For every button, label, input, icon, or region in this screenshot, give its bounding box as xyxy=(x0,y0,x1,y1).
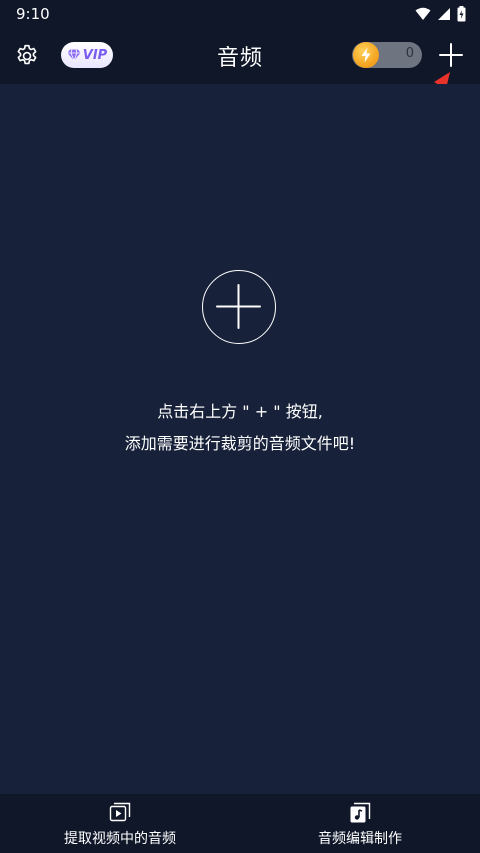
video-play-icon xyxy=(109,802,131,822)
hint-text-line-1: 点击右上方 " + " 按钮, xyxy=(157,402,323,421)
tab-audio-edit-label: 音频编辑制作 xyxy=(318,831,402,847)
lightning-coin-icon xyxy=(353,42,379,68)
plus-icon xyxy=(216,284,261,329)
tab-audio-edit[interactable]: 音频编辑制作 xyxy=(240,794,480,853)
tab-extract-audio[interactable]: 提取视频中的音频 xyxy=(0,794,240,853)
tab-extract-audio-label: 提取视频中的音频 xyxy=(64,831,176,847)
add-circle-button[interactable] xyxy=(202,270,276,344)
energy-count: 0 xyxy=(405,46,414,61)
wifi-icon xyxy=(415,7,431,20)
status-bar: 9:10 xyxy=(0,0,480,28)
signal-icon xyxy=(438,8,450,20)
bottom-nav: 提取视频中的音频 音频编辑制作 xyxy=(0,794,480,853)
plus-icon xyxy=(439,43,463,67)
status-icons xyxy=(415,6,466,22)
energy-toggle[interactable]: 0 xyxy=(352,42,422,68)
battery-icon xyxy=(457,6,466,22)
empty-state: 点击右上方 " + " 按钮, 添加需要进行裁剪的音频文件吧! xyxy=(0,84,480,794)
hint-text-line-2: 添加需要进行裁剪的音频文件吧! xyxy=(124,434,356,453)
music-note-icon xyxy=(350,802,371,823)
app-header: VIP 音频 0 xyxy=(0,28,480,84)
status-time: 9:10 xyxy=(16,5,50,23)
add-audio-button[interactable] xyxy=(437,41,465,69)
